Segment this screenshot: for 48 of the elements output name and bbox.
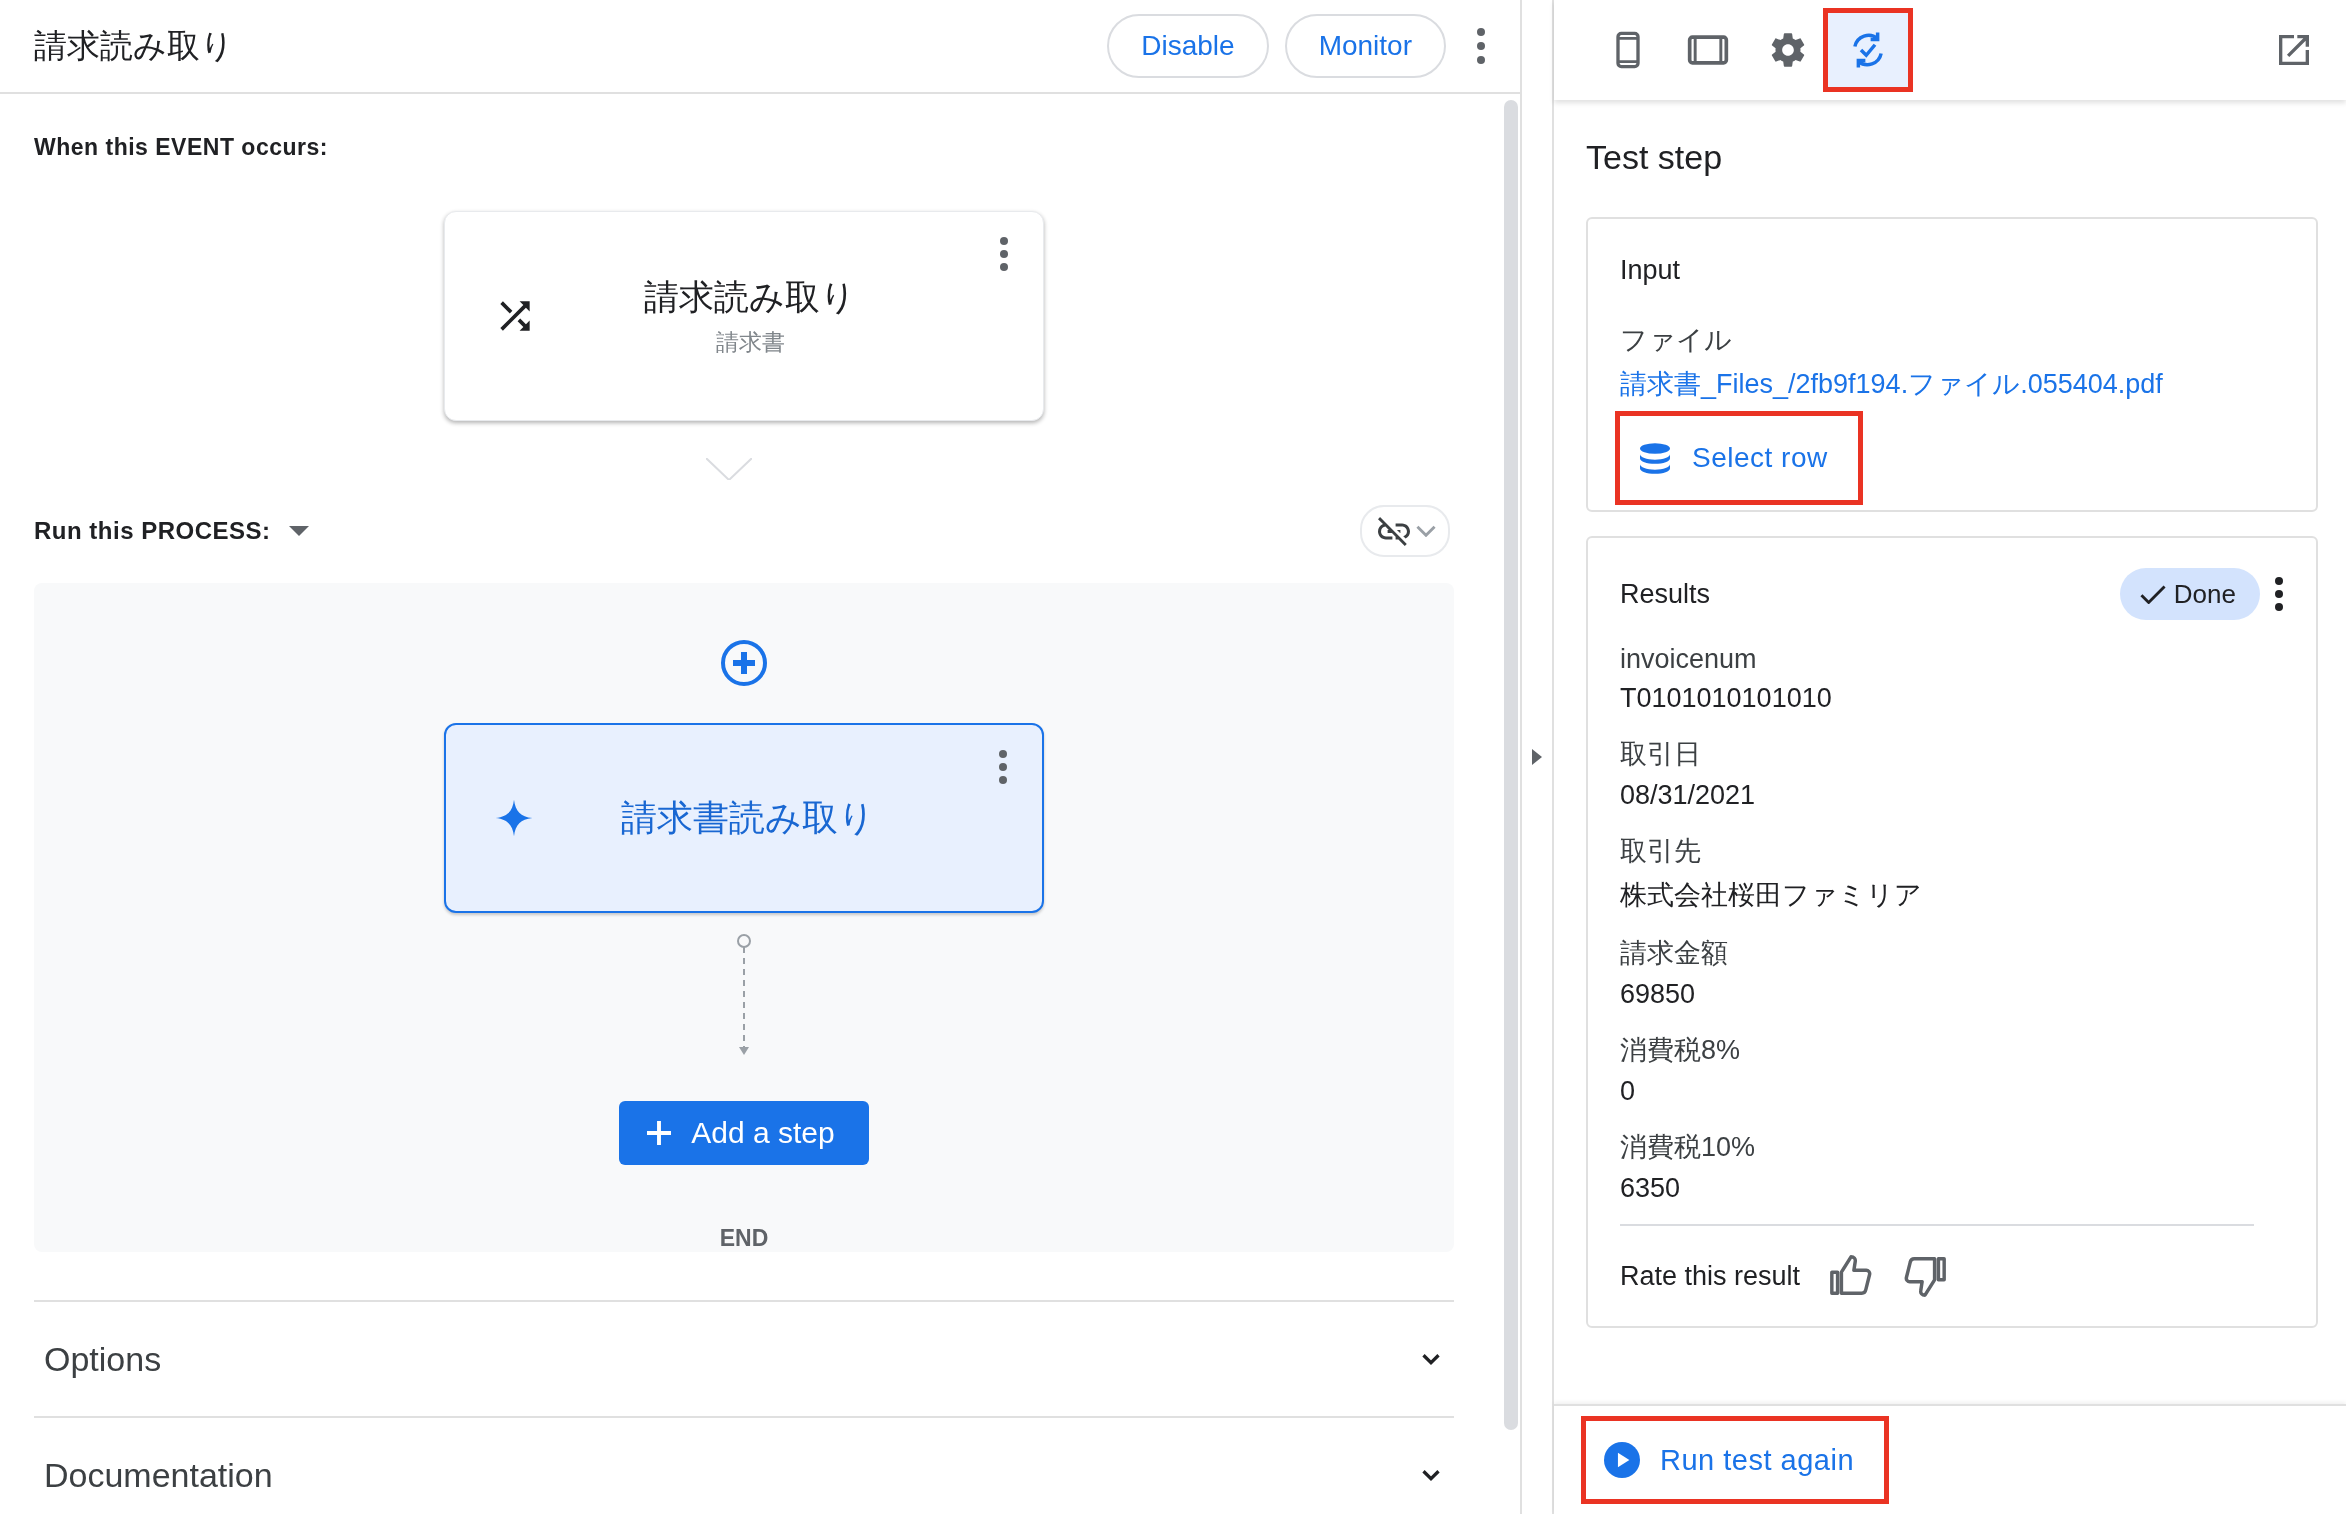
section-header[interactable]: Documentation: [34, 1416, 1454, 1514]
panel-title: Test step: [1586, 138, 1724, 177]
event-card[interactable]: 請求読み取り 請求書: [444, 211, 1044, 421]
more-icon[interactable]: [2274, 576, 2284, 612]
card-title: Input: [1620, 255, 1681, 286]
caret-icon[interactable]: [288, 526, 309, 536]
process-label: Run this PROCESS:: [34, 517, 271, 545]
add-step-button[interactable]: Add a step: [619, 1101, 869, 1165]
rate-label: Rate this result: [1620, 1260, 1801, 1292]
header-button[interactable]: Disable: [1107, 14, 1269, 78]
event-title: 請求読み取り: [644, 276, 856, 318]
collapse-arrow-icon[interactable]: [1532, 749, 1542, 765]
link-toggle[interactable]: [1360, 505, 1450, 557]
field-label: 消費税10%: [1620, 1131, 1757, 1164]
plus-icon: [647, 1121, 672, 1145]
field-value: 6350: [1620, 1173, 1682, 1204]
event-subtitle: 請求書: [715, 328, 785, 357]
field-value: 株式会社桜田ファミリア: [1620, 879, 1923, 912]
field-label: 消費税8%: [1620, 1034, 1742, 1067]
chevron-icon: [1416, 525, 1436, 537]
play-circle-icon: [1604, 1442, 1640, 1478]
field-value: 69850: [1620, 979, 1697, 1010]
field-label: invoicenum: [1620, 644, 1758, 675]
step-card[interactable]: 請求書読み取り: [444, 723, 1044, 913]
add-circle-icon[interactable]: [720, 639, 768, 687]
field-value: T0101010101010: [1620, 683, 1833, 714]
scrollbar[interactable]: [1504, 100, 1518, 1430]
link-off-icon: [1378, 516, 1410, 546]
field-label: 取引日: [1620, 738, 1702, 771]
field-label: 取引先: [1620, 835, 1702, 868]
header-button[interactable]: Monitor: [1284, 14, 1446, 78]
event-label: When this EVENT occurs:: [34, 134, 329, 161]
file-link[interactable]: 請求書_Files_/2fb9f194.ファイル.055404.pdf: [1620, 366, 2163, 402]
divider-notch: [706, 458, 752, 480]
more-icon[interactable]: [1476, 26, 1486, 66]
field-value: 0: [1620, 1076, 1637, 1107]
status-chip: Done: [2119, 568, 2260, 620]
more-icon[interactable]: [999, 236, 1009, 272]
field-label: ファイル: [1620, 324, 1732, 357]
step-title: 請求書読み取り: [621, 795, 875, 840]
flow-title: 請求読み取り: [34, 25, 235, 66]
database-icon: [1640, 442, 1670, 474]
card-title: Results: [1620, 578, 1711, 610]
check-icon: [2139, 584, 2166, 604]
section-header[interactable]: Options: [34, 1300, 1454, 1416]
field-value: 08/31/2021: [1620, 780, 1757, 811]
field-label: 請求金額: [1620, 937, 1729, 970]
end-label: END: [719, 1225, 769, 1252]
